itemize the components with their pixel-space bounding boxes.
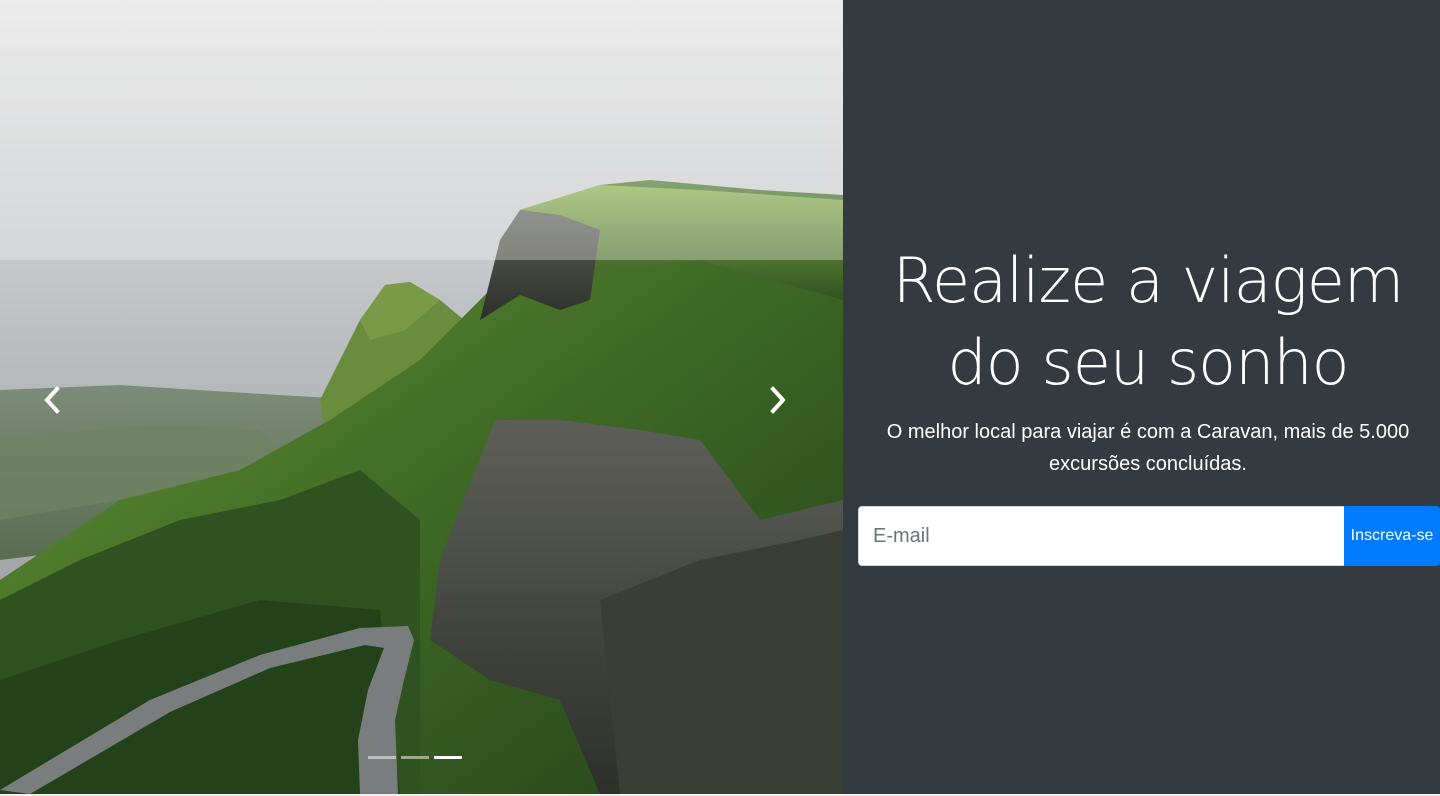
carousel-prev-button[interactable] [22, 370, 82, 430]
hero-carousel [0, 0, 843, 794]
carousel-slide-landscape-image [0, 0, 843, 794]
hero-subtitle: O melhor local para viajar é com a Carav… [886, 421, 1410, 475]
carousel-indicator-3[interactable] [434, 756, 462, 759]
carousel-indicators [368, 756, 462, 759]
email-input[interactable] [858, 506, 1344, 566]
carousel-indicator-2[interactable] [401, 756, 429, 759]
subscribe-button[interactable]: Inscreva-se [1344, 506, 1440, 566]
signup-form: Inscreva-se [858, 506, 1440, 566]
chevron-right-icon [770, 386, 786, 414]
carousel-indicator-1[interactable] [368, 756, 396, 759]
hero-title: Realize a viagem do seu sonho [892, 244, 1405, 399]
chevron-left-icon [44, 386, 60, 414]
signup-panel: Realize a viagem do seu sonho O melhor l… [843, 0, 1440, 794]
page: Realize a viagem do seu sonho O melhor l… [0, 0, 1440, 796]
carousel-next-button[interactable] [748, 370, 808, 430]
